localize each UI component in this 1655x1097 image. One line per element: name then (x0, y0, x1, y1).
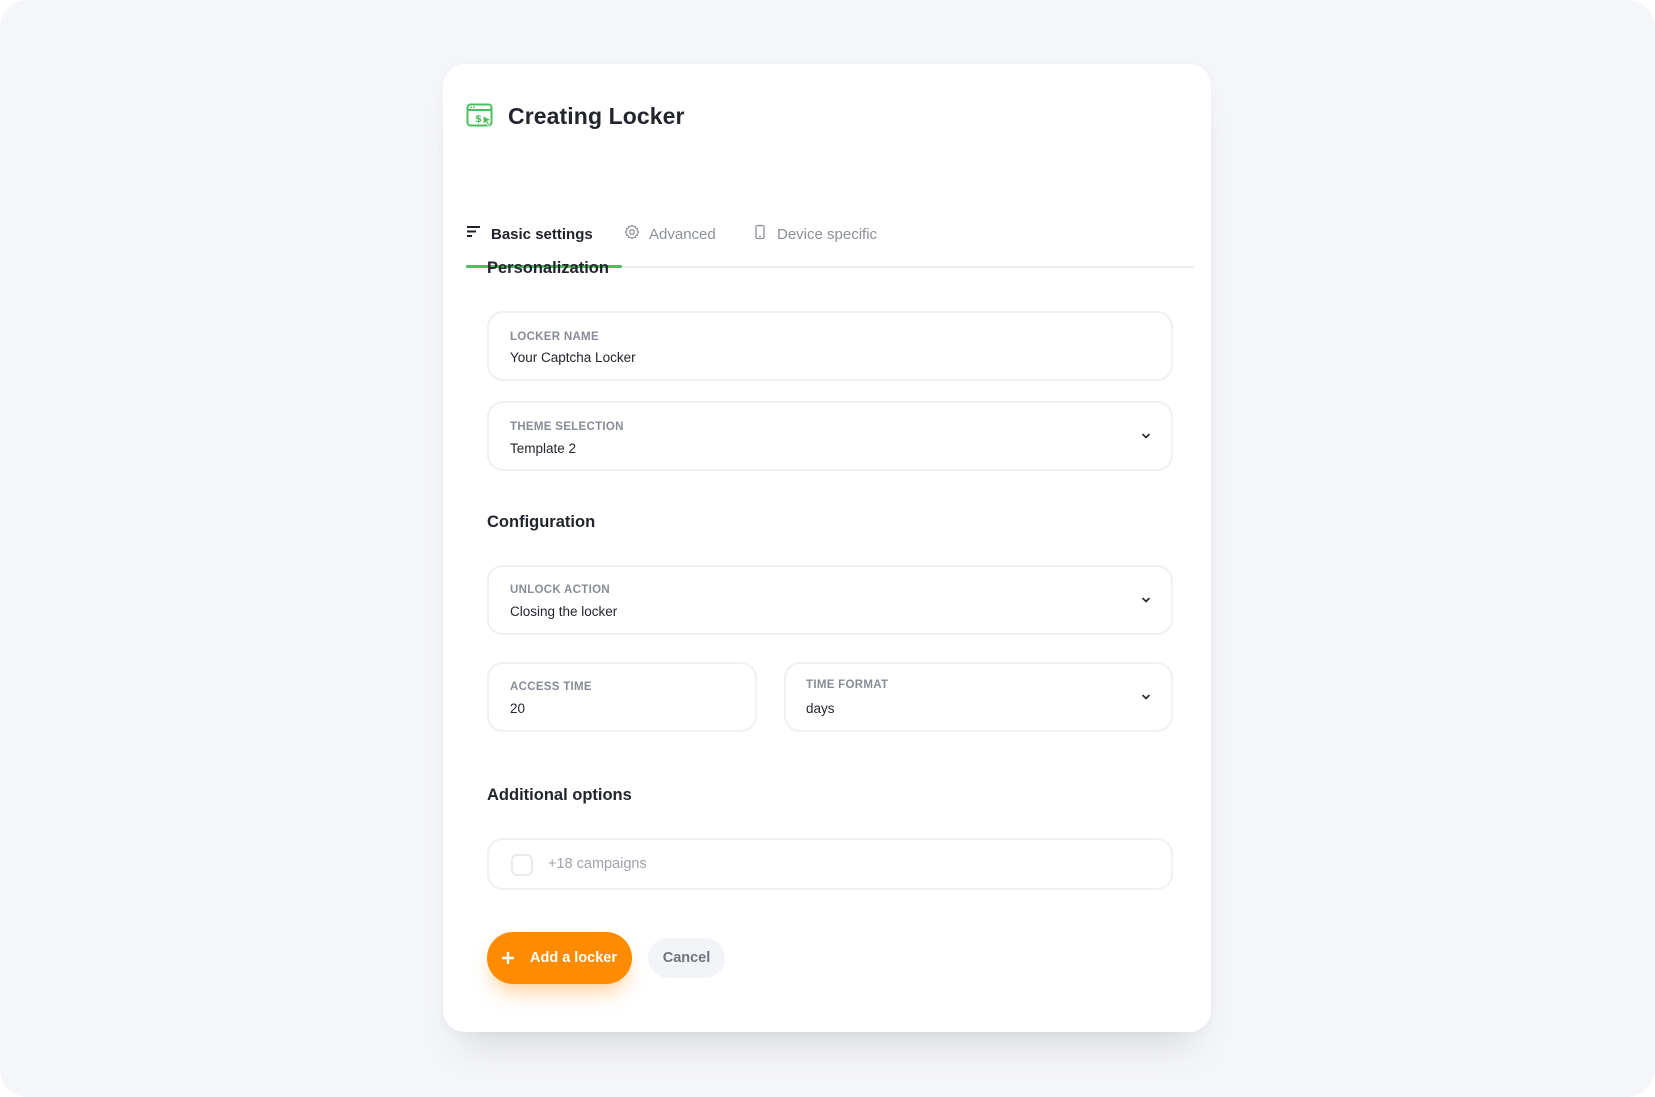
checkbox-label: +18 campaigns (548, 856, 647, 872)
field-value: Your Captcha Locker (510, 350, 636, 365)
field-label: ACCESS TIME (510, 681, 592, 693)
chevron-down-icon (1142, 694, 1150, 700)
field-value: 20 (510, 701, 526, 716)
creating-locker-modal: $ Creating Locker Basic settings Advance… (443, 64, 1211, 1032)
chevron-down-icon (1142, 433, 1150, 439)
section-title-configuration: Configuration (487, 513, 596, 531)
menu-lines-icon (467, 226, 480, 237)
gear-icon (624, 224, 640, 240)
campaigns-checkbox[interactable] (511, 854, 533, 876)
modal-title: Creating Locker (508, 102, 685, 129)
access-time-field[interactable]: ACCESS TIME 20 (487, 662, 757, 732)
field-value: days (806, 701, 835, 716)
mobile-icon (755, 224, 765, 240)
locker-name-field[interactable]: LOCKER NAME Your Captcha Locker (487, 311, 1173, 381)
tab-advanced[interactable]: Advanced (624, 162, 716, 266)
unlock-action-select[interactable]: UNLOCK ACTION Closing the locker (487, 565, 1173, 635)
chevron-down-icon (1142, 597, 1150, 603)
field-label: TIME FORMAT (806, 679, 889, 691)
campaigns-checkbox-row[interactable]: +18 campaigns (487, 838, 1173, 890)
field-label: LOCKER NAME (510, 331, 599, 343)
time-format-select[interactable]: TIME FORMAT days (784, 662, 1173, 732)
tab-label: Device specific (777, 226, 878, 243)
section-title-personalization: Personalization (487, 259, 609, 277)
plus-icon (501, 952, 514, 964)
modal-header: $ Creating Locker (466, 102, 685, 130)
tab-label: Basic settings (491, 226, 593, 243)
tab-label: Advanced (649, 226, 716, 243)
browser-dollar-cursor-icon: $ (466, 103, 493, 127)
page-background: $ Creating Locker Basic settings Advance… (0, 0, 1655, 1097)
field-label: THEME SELECTION (510, 421, 624, 433)
section-title-additional-options: Additional options (487, 786, 632, 804)
cancel-button[interactable]: Cancel (648, 938, 725, 978)
field-value: Template 2 (510, 441, 577, 456)
tab-device-specific[interactable]: Device specific (752, 162, 877, 266)
field-label: UNLOCK ACTION (510, 584, 610, 596)
tab-basic-settings[interactable]: Basic settings (466, 162, 622, 268)
add-locker-button[interactable]: Add a locker (487, 932, 632, 984)
add-locker-label: Add a locker (529, 950, 618, 966)
field-value: Closing the locker (510, 604, 618, 619)
tab-bar: Basic settings Advanced Device specific (466, 162, 1194, 268)
svg-text:$: $ (475, 114, 482, 125)
theme-selection-select[interactable]: THEME SELECTION Template 2 (487, 401, 1173, 471)
